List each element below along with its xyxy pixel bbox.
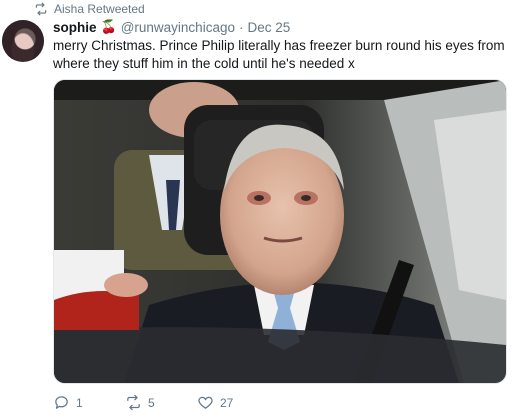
avatar[interactable] (2, 20, 44, 62)
like-count: 27 (220, 395, 234, 410)
tweet-date[interactable]: Dec 25 (247, 20, 290, 35)
retweet-context[interactable]: Aisha Retweeted (34, 2, 145, 16)
reply-icon (55, 396, 68, 409)
retweet-icon (127, 394, 140, 411)
avatar-hair-shading (2, 20, 44, 62)
retweet-icon (34, 2, 48, 16)
retweet-button[interactable]: 5 (125, 394, 197, 411)
retweet-context-label: Aisha Retweeted (54, 2, 145, 16)
reply-button[interactable]: 1 (53, 394, 125, 411)
tweet-photo[interactable] (53, 79, 507, 384)
cherry-emoji: 🍒 (100, 19, 117, 34)
heart-icon (198, 396, 213, 409)
tweet-actions: 1 5 27 (53, 394, 233, 411)
tweet-header: sophie 🍒 @runwayinchicago · Dec 25 (53, 19, 290, 35)
photo-illustration (54, 80, 506, 383)
retweet-count: 5 (148, 395, 155, 410)
author-name[interactable]: sophie (53, 20, 97, 35)
tweet-text: merry Christmas. Prince Philip literally… (53, 38, 505, 71)
reply-count: 1 (76, 395, 83, 410)
like-button[interactable]: 27 (197, 394, 233, 411)
header-separator: · (238, 19, 244, 35)
author-handle[interactable]: @runwayinchicago (121, 20, 235, 35)
